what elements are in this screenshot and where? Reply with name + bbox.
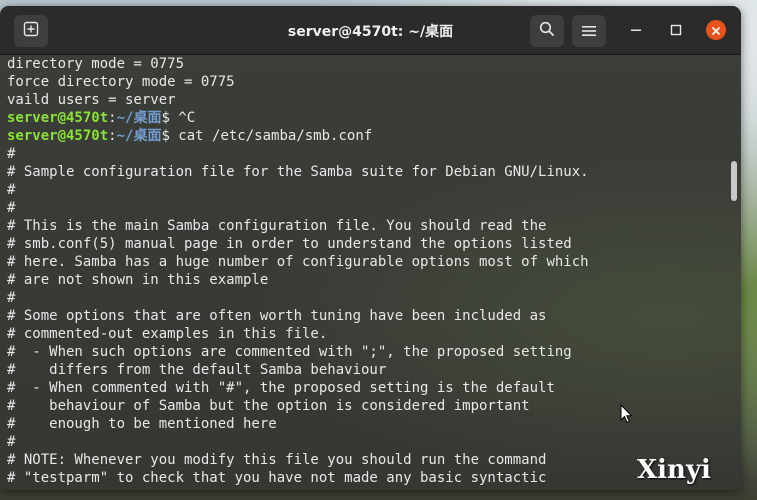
- close-icon: [711, 21, 721, 40]
- watermark-text: Xinyi: [637, 455, 711, 485]
- menu-button[interactable]: [572, 15, 606, 47]
- hamburger-menu-icon: [582, 22, 596, 41]
- search-button[interactable]: [530, 15, 564, 47]
- title-bar[interactable]: server@4570t: ~/桌面: [0, 6, 741, 55]
- minimize-icon: [630, 21, 642, 40]
- terminal-output-line: # - When commented with "#", the propose…: [7, 380, 555, 396]
- terminal-output-line: #: [7, 146, 16, 162]
- terminal-output-line: # "testparm" to check that you have not …: [7, 470, 547, 486]
- scrollbar-thumb[interactable]: [731, 161, 737, 201]
- maximize-button[interactable]: [666, 20, 686, 40]
- close-button[interactable]: [706, 20, 726, 40]
- prompt-user: server@4570t: [7, 128, 109, 144]
- terminal-prompt-line: server@4570t:~/桌面$ ^C: [7, 109, 589, 127]
- terminal-prompt-line: server@4570t:~/桌面$ cat /etc/samba/smb.co…: [7, 127, 589, 145]
- prompt-user: server@4570t: [7, 110, 109, 126]
- terminal-output-line: # enough to be mentioned here: [7, 416, 277, 432]
- terminal-output-line: # are not shown in this example: [7, 272, 269, 288]
- prompt-separator: :: [108, 128, 117, 144]
- terminal-output-line: # Some options that are often worth tuni…: [7, 308, 547, 324]
- maximize-icon: [670, 21, 682, 40]
- terminal-lines: directory mode = 0775 force directory mod…: [7, 55, 589, 487]
- terminal-output-line: # Sample configuration file for the Samb…: [7, 164, 589, 180]
- terminal-output-line: #: [7, 182, 16, 198]
- terminal-output-line: vaild users = server: [7, 92, 176, 108]
- terminal-output-line: # - When such options are commented with…: [7, 344, 572, 360]
- mouse-pointer-icon: [620, 403, 633, 428]
- terminal-output-line: directory mode = 0775: [7, 56, 185, 72]
- terminal-output-line: # behaviour of Samba but the option is c…: [7, 398, 530, 414]
- prompt-separator: :: [108, 110, 117, 126]
- terminal-output-line: # smb.conf(5) manual page in order to un…: [7, 236, 572, 252]
- terminal-output-line: # NOTE: Whenever you modify this file yo…: [7, 452, 547, 468]
- terminal-output-line: #: [7, 200, 16, 216]
- prompt-path: ~/桌面: [116, 110, 162, 126]
- minimize-button[interactable]: [626, 20, 646, 40]
- terminal-output-line: # This is the main Samba configuration f…: [7, 218, 547, 234]
- terminal-output-line: force directory mode = 0775: [7, 74, 235, 90]
- prompt-command: $ ^C: [161, 110, 196, 126]
- terminal-output-line: #: [7, 290, 16, 306]
- prompt-path: ~/桌面: [116, 128, 162, 144]
- terminal-output-line: # commented-out examples in this file.: [7, 326, 328, 342]
- prompt-command: $ cat /etc/samba/smb.conf: [161, 128, 373, 144]
- terminal-output-line: #: [7, 434, 16, 450]
- terminal-output-line: # here. Samba has a huge number of confi…: [7, 254, 589, 270]
- terminal-output-line: # differs from the default Samba behavio…: [7, 362, 387, 378]
- search-icon: [539, 21, 555, 41]
